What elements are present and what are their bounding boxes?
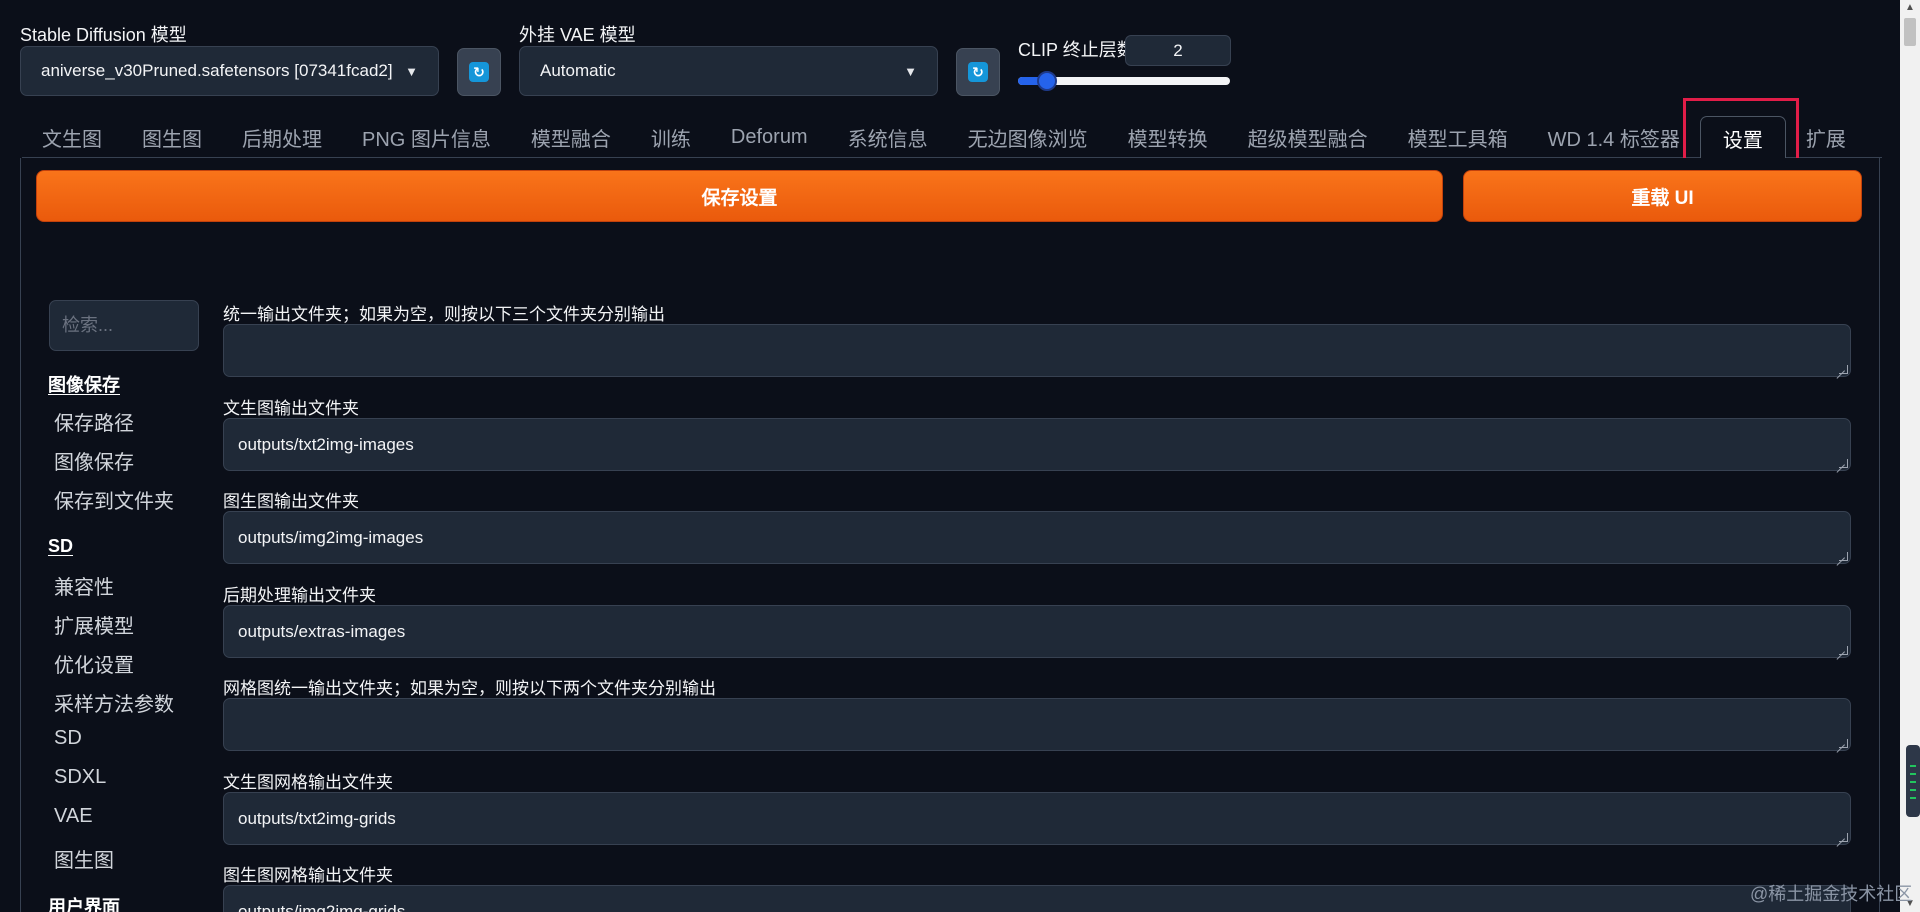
field-label: 后期处理输出文件夹	[223, 585, 376, 605]
sidebar-item[interactable]: SDXL	[54, 766, 106, 789]
tab-10[interactable]: 超级模型融合	[1228, 116, 1388, 158]
sd-model-refresh-button[interactable]: ↻	[457, 48, 501, 96]
tab-1[interactable]: 图生图	[122, 116, 222, 158]
field-textarea[interactable]: outputs/img2img-images	[223, 511, 1851, 564]
vae-label: 外挂 VAE 模型	[519, 25, 636, 45]
save-settings-button[interactable]: 保存设置	[36, 170, 1443, 222]
field-label: 图生图输出文件夹	[223, 492, 359, 511]
tab-9[interactable]: 模型转换	[1108, 116, 1228, 158]
widget-indicator-bar	[1910, 765, 1916, 767]
sidebar-section-image-saving[interactable]: 图像保存	[48, 371, 120, 397]
sidebar-item[interactable]: 保存路径	[54, 407, 134, 436]
clip-skip-slider-thumb[interactable]	[1037, 71, 1058, 91]
field-label: 图生图网格输出文件夹	[223, 866, 393, 885]
tab-2[interactable]: 后期处理	[222, 116, 342, 158]
field-label: 统一输出文件夹；如果为空，则按以下三个文件夹分别输出	[223, 305, 665, 324]
tab-3[interactable]: PNG 图片信息	[342, 116, 511, 158]
field-label: 文生图网格输出文件夹	[223, 772, 393, 792]
resize-grip-icon[interactable]	[1839, 645, 1848, 655]
field-textarea[interactable]	[223, 324, 1851, 377]
sidebar-item[interactable]: 图生图	[54, 844, 114, 873]
vae-refresh-button[interactable]: ↻	[956, 48, 1000, 96]
clip-skip-slider[interactable]	[1018, 71, 1230, 91]
clip-skip-number-input[interactable]: 2	[1125, 35, 1231, 66]
chevron-down-icon: ▼	[904, 63, 917, 79]
refresh-icon: ↻	[469, 62, 489, 82]
tab-4[interactable]: 模型融合	[511, 116, 631, 158]
refresh-icon: ↻	[968, 62, 988, 82]
sidebar-item[interactable]: 优化设置	[54, 649, 134, 678]
sd-model-value: aniverse_v30Pruned.safetensors [07341fca…	[41, 61, 393, 80]
scrollbar-thumb[interactable]	[1904, 18, 1916, 46]
main-tabs: 文生图 图生图 后期处理 PNG 图片信息 模型融合 训练 Deforum 系统信息 无边图像浏…	[22, 116, 1882, 159]
sidebar-item[interactable]: 采样方法参数	[54, 688, 174, 717]
tab-11[interactable]: 模型工具箱	[1388, 116, 1528, 158]
tab-7[interactable]: 系统信息	[828, 116, 948, 158]
sidebar-item[interactable]: VAE	[54, 805, 93, 828]
widget-indicator-bar	[1910, 773, 1916, 775]
field-textarea[interactable]: outputs/txt2img-grids	[223, 791, 1851, 845]
field-textarea[interactable]	[223, 698, 1851, 751]
tab-12[interactable]: WD 1.4 标签器	[1528, 116, 1700, 158]
vae-value: Automatic	[540, 61, 616, 80]
field-value: outputs/txt2img-images	[238, 434, 414, 454]
sidebar-section-user-interface[interactable]: 用户界面	[48, 893, 120, 912]
widget-indicator-bar	[1910, 797, 1916, 799]
reload-ui-button[interactable]: 重载 UI	[1463, 170, 1862, 222]
field-textarea[interactable]: outputs/txt2img-images	[223, 417, 1851, 471]
sidebar-item[interactable]: 保存到文件夹	[54, 485, 174, 514]
field-value: outputs/img2img-images	[238, 528, 424, 547]
field-label: 文生图输出文件夹	[223, 398, 359, 418]
resize-grip-icon[interactable]	[1839, 832, 1848, 842]
scroll-up-arrow-icon[interactable]: ▲	[1900, 0, 1920, 16]
sd-model-dropdown[interactable]: aniverse_v30Pruned.safetensors [07341fca…	[20, 46, 439, 96]
model-toolbar: Stable Diffusion 模型 aniverse_v30Pruned.s…	[0, 0, 1900, 110]
field-textarea[interactable]: outputs/extras-images	[223, 604, 1851, 658]
floating-widget-handle[interactable]	[1906, 745, 1920, 817]
widget-indicator-bar	[1910, 789, 1916, 791]
sd-model-label: Stable Diffusion 模型	[20, 25, 187, 45]
sidebar-item[interactable]: 兼容性	[54, 571, 114, 600]
watermark-text: @稀土掘金技术社区	[1750, 884, 1913, 904]
sidebar-item[interactable]: SD	[54, 727, 82, 750]
resize-grip-icon[interactable]	[1839, 552, 1848, 561]
vae-dropdown[interactable]: Automatic ▼	[519, 46, 938, 96]
webui-page: Stable Diffusion 模型 aniverse_v30Pruned.s…	[0, 0, 1920, 912]
field-value: outputs/extras-images	[238, 621, 406, 641]
sidebar-item[interactable]: 图像保存	[54, 446, 134, 475]
resize-grip-icon[interactable]	[1839, 739, 1848, 748]
tab-5[interactable]: 训练	[631, 116, 711, 158]
tab-13[interactable]: 设置	[1699, 116, 1786, 159]
clip-skip-label: CLIP 终止层数	[1018, 40, 1135, 60]
sidebar-section-sd[interactable]: SD	[48, 536, 73, 557]
field-label: 网格图统一输出文件夹；如果为空，则按以下两个文件夹分别输出	[223, 679, 716, 698]
sidebar-item[interactable]: 扩展模型	[54, 610, 134, 639]
settings-search-input[interactable]	[49, 300, 199, 351]
tab-6[interactable]: Deforum	[711, 116, 828, 158]
tab-14[interactable]: 扩展	[1786, 116, 1866, 158]
field-value: outputs/img2img-grids	[238, 902, 406, 912]
field-value: outputs/txt2img-grids	[238, 808, 396, 828]
resize-grip-icon[interactable]	[1839, 365, 1848, 374]
tab-0[interactable]: 文生图	[22, 116, 122, 158]
tab-8[interactable]: 无边图像浏览	[948, 116, 1108, 158]
widget-indicator-bar	[1910, 781, 1916, 783]
resize-grip-icon[interactable]	[1839, 458, 1848, 468]
field-textarea[interactable]: outputs/img2img-grids	[223, 885, 1851, 912]
chevron-down-icon: ▼	[405, 63, 418, 79]
